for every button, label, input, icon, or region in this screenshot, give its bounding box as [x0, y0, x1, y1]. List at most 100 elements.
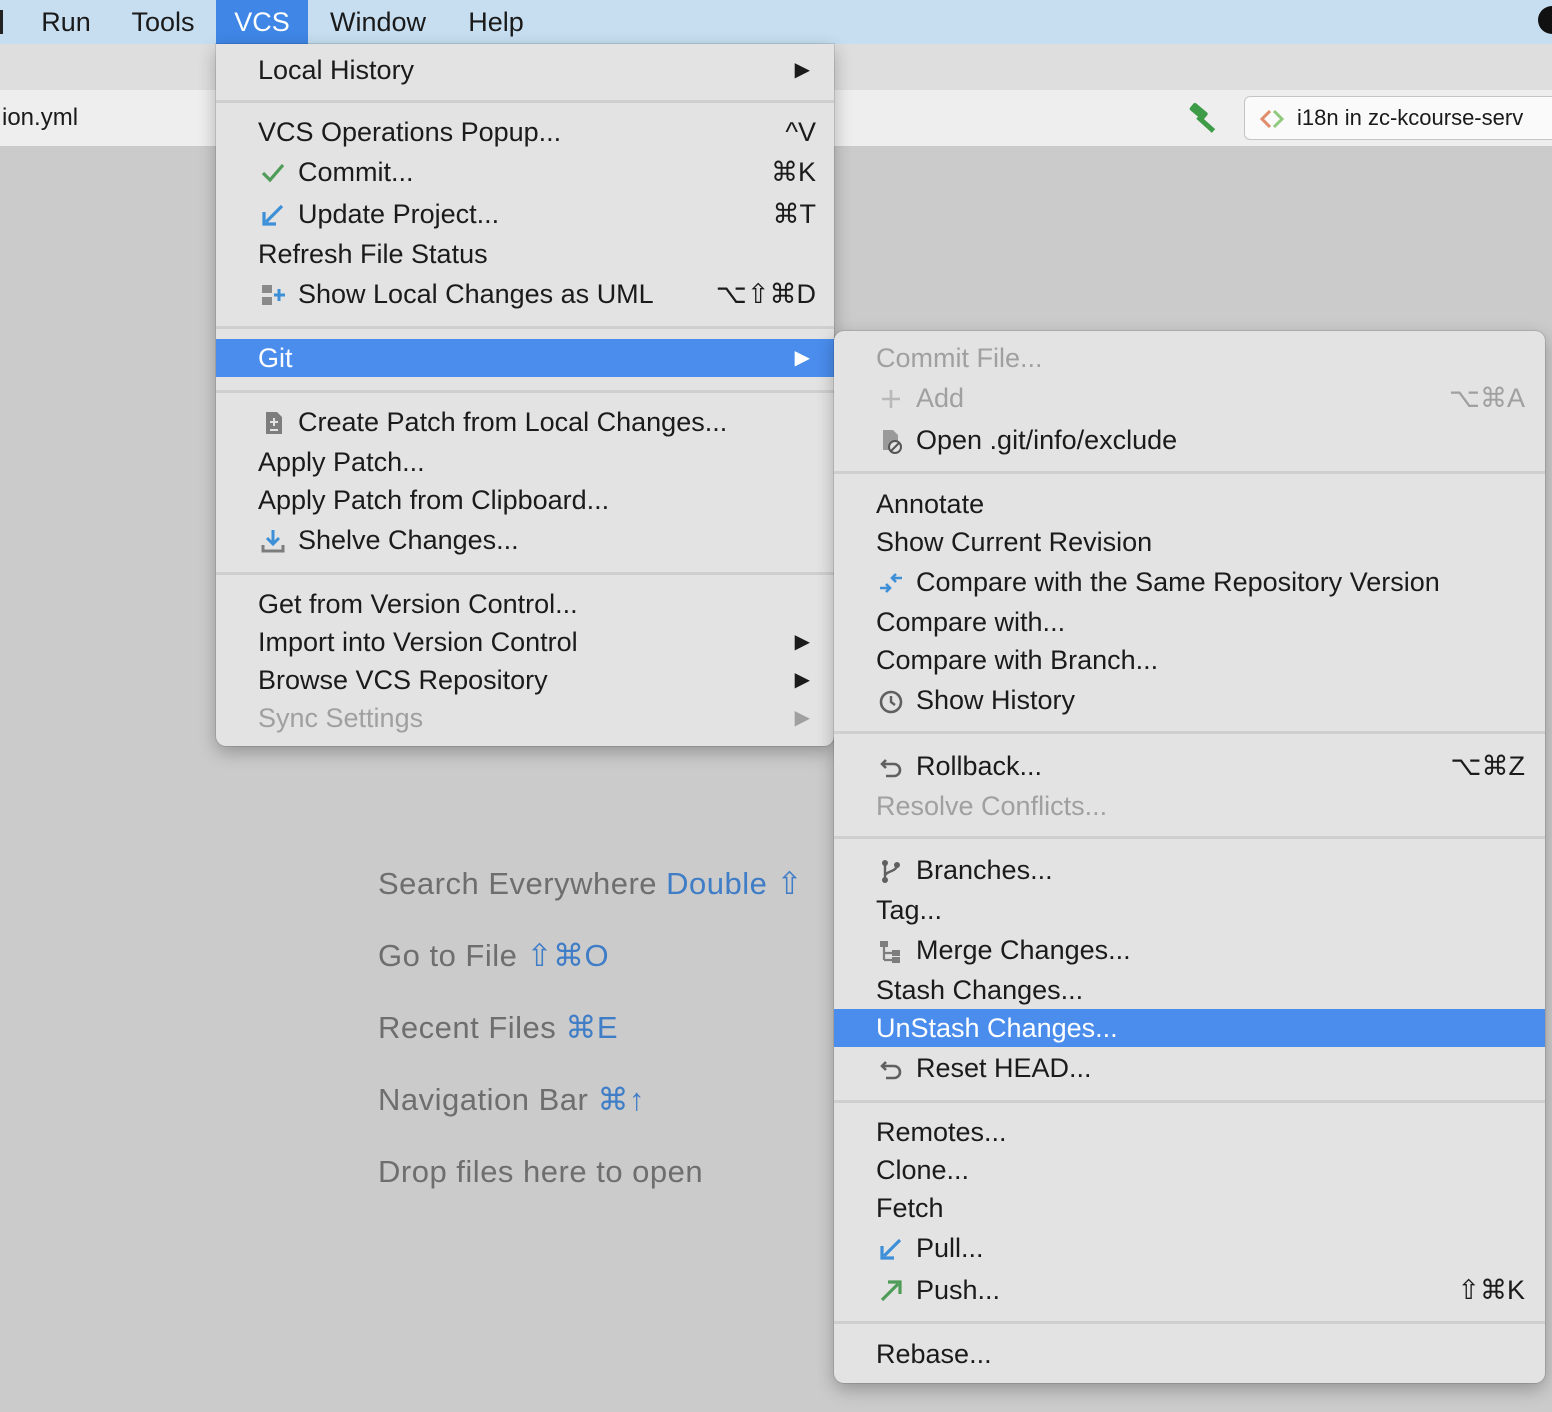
menu-item-branches[interactable]: Branches... [834, 851, 1545, 889]
menu-item-label: Commit... [298, 157, 414, 187]
menu-item-label: Import into Version Control [258, 627, 578, 657]
menu-item-annotate[interactable]: Annotate [834, 485, 1545, 523]
menu-item-label: Show Current Revision [876, 527, 1153, 557]
run-config-icon [1259, 109, 1285, 129]
menu-item-label: Create Patch from Local Changes... [298, 407, 728, 437]
menu-item-label: Add [916, 383, 965, 413]
menu-edge [0, 10, 3, 34]
menu-item-label: Compare with... [876, 607, 1066, 637]
menu-item-label: UnStash Changes... [876, 1013, 1118, 1043]
menu-window[interactable]: Window [314, 0, 442, 44]
menu-item-stash-changes[interactable]: Stash Changes... [834, 971, 1545, 1009]
submenu-arrow-icon: ▶ [794, 631, 810, 653]
menu-item-show-current-revision[interactable]: Show Current Revision [834, 523, 1545, 561]
menu-item-compare-with-branch[interactable]: Compare with Branch... [834, 641, 1545, 679]
menu-item-browse-vcs-repo[interactable]: Browse VCS Repository ▶ [216, 661, 834, 699]
menu-item-shortcut: ⌘K [770, 157, 816, 187]
menu-item-show-history[interactable]: Show History [834, 681, 1545, 719]
menu-item-push[interactable]: Push... ⇧⌘K [834, 1271, 1545, 1309]
tray-icon[interactable] [1538, 6, 1552, 34]
hint-text: Search Everywhere [378, 866, 658, 901]
menu-item-label: Fetch [876, 1193, 944, 1223]
menu-item-clone[interactable]: Clone... [834, 1151, 1545, 1189]
menu-item-label: Branches... [916, 855, 1053, 885]
submenu-arrow-icon: ▶ [794, 669, 810, 691]
menu-item-compare-same-repo[interactable]: Compare with the Same Repository Version [834, 563, 1545, 601]
clock-icon [879, 690, 903, 714]
menu-help[interactable]: Help [452, 0, 540, 44]
menu-item-update-project[interactable]: Update Project... ⌘T [216, 195, 834, 233]
plus-icon [882, 390, 900, 408]
compare-icon [880, 573, 902, 593]
menu-item-commit[interactable]: Commit... ⌘K [216, 153, 834, 191]
menu-item-label: Browse VCS Repository [258, 665, 548, 695]
menu-separator [216, 390, 834, 393]
hint-shortcut: ⌘↑ [597, 1082, 645, 1117]
menu-item-import-into-vc[interactable]: Import into Version Control ▶ [216, 623, 834, 661]
menu-item-vcs-operations-popup[interactable]: VCS Operations Popup... ^V [216, 113, 834, 151]
undo-icon [880, 759, 902, 778]
menu-separator [834, 1100, 1545, 1103]
exclude-file-icon [883, 430, 902, 454]
menu-item-reset-head[interactable]: Reset HEAD... [834, 1049, 1545, 1087]
menu-item-label: Git [258, 343, 293, 373]
menu-item-label: Local History [258, 55, 415, 85]
menu-item-label: Apply Patch... [258, 447, 425, 477]
menu-item-get-from-vc[interactable]: Get from Version Control... [216, 585, 834, 623]
update-arrow-icon [262, 204, 284, 226]
menu-separator [834, 836, 1545, 839]
hint-go-to-file: Go to File ⇧⌘O [378, 938, 609, 974]
menu-item-unstash-changes[interactable]: UnStash Changes... [834, 1009, 1545, 1047]
hint-shortcut: Double ⇧ [666, 866, 803, 901]
menu-item-add[interactable]: Add ⌥⌘A [834, 379, 1545, 417]
menu-item-shortcut: ⌥⌘A [1448, 383, 1525, 413]
menu-item-apply-patch-clipboard[interactable]: Apply Patch from Clipboard... [216, 481, 834, 519]
menu-item-git[interactable]: Git ▶ [216, 339, 834, 377]
submenu-arrow-icon: ▶ [794, 59, 810, 81]
menu-item-label: VCS Operations Popup... [258, 117, 562, 147]
menu-separator [834, 731, 1545, 734]
menu-vcs[interactable]: VCS [216, 0, 308, 44]
menu-item-label: Commit File... [876, 343, 1043, 373]
menu-separator [216, 326, 834, 329]
menu-item-commit-file[interactable]: Commit File... [834, 339, 1545, 377]
menu-item-compare-with[interactable]: Compare with... [834, 603, 1545, 641]
merge-icon [880, 941, 900, 963]
menu-item-resolve-conflicts[interactable]: Resolve Conflicts... [834, 787, 1545, 825]
git-submenu: Commit File... Add ⌥⌘A Open .git/info/ex… [834, 331, 1545, 1383]
menu-item-rollback[interactable]: Rollback... ⌥⌘Z [834, 747, 1545, 785]
menu-item-remotes[interactable]: Remotes... [834, 1113, 1545, 1151]
pull-arrow-icon [880, 1238, 902, 1260]
editor-tab[interactable]: ion.yml [0, 90, 78, 146]
menu-item-label: Shelve Changes... [298, 525, 519, 555]
menu-item-shelve-changes[interactable]: Shelve Changes... [216, 521, 834, 559]
menu-item-local-history[interactable]: Local History ▶ [216, 51, 834, 89]
menu-item-open-git-exclude[interactable]: Open .git/info/exclude [834, 421, 1545, 459]
menu-separator [216, 572, 834, 575]
shelve-icon [261, 530, 285, 553]
menu-item-label: Annotate [876, 489, 985, 519]
menu-item-fetch[interactable]: Fetch [834, 1189, 1545, 1227]
menu-item-label: Rollback... [916, 751, 1043, 781]
hint-text: Recent Files [378, 1010, 557, 1045]
checkmark-icon [261, 163, 285, 183]
menu-item-show-uml[interactable]: Show Local Changes as UML ⌥⇧⌘D [216, 275, 834, 313]
submenu-arrow-icon: ▶ [794, 347, 810, 369]
build-hammer-icon[interactable] [1186, 100, 1222, 136]
menu-item-apply-patch[interactable]: Apply Patch... [216, 443, 834, 481]
menu-item-label: Resolve Conflicts... [876, 791, 1108, 821]
hint-recent-files: Recent Files ⌘E [378, 1010, 618, 1046]
menu-item-pull[interactable]: Pull... [834, 1229, 1545, 1267]
menu-item-rebase[interactable]: Rebase... [834, 1335, 1545, 1373]
menu-item-sync-settings[interactable]: Sync Settings ▶ [216, 699, 834, 737]
menu-item-tag[interactable]: Tag... [834, 891, 1545, 929]
menu-separator [216, 100, 834, 103]
menu-item-label: Clone... [876, 1155, 970, 1185]
menu-tools[interactable]: Tools [116, 0, 210, 44]
menu-item-merge-changes[interactable]: Merge Changes... [834, 931, 1545, 969]
submenu-arrow-icon: ▶ [794, 707, 810, 729]
menu-item-create-patch[interactable]: Create Patch from Local Changes... [216, 403, 834, 441]
menu-item-refresh-file-status[interactable]: Refresh File Status [216, 235, 834, 273]
run-configuration-selector[interactable]: i18n in zc-kcourse-serv [1244, 96, 1552, 140]
menu-run[interactable]: Run [26, 0, 106, 44]
